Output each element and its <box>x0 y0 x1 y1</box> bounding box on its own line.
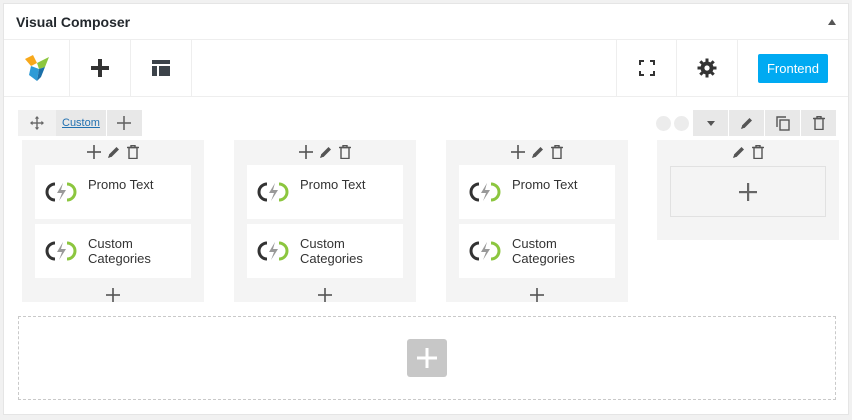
row-delete-button[interactable] <box>800 110 836 136</box>
add-row-button[interactable] <box>407 339 447 377</box>
caret-down-icon <box>706 120 715 126</box>
column-controls <box>234 140 416 164</box>
plus-icon <box>106 288 120 302</box>
element-logo-icon <box>469 240 503 264</box>
element-custom-categories[interactable]: Custom Categories <box>35 224 191 278</box>
column-controls <box>446 140 628 164</box>
trash-icon[interactable] <box>339 145 351 159</box>
column-add-element-button[interactable] <box>446 283 628 307</box>
element-logo-icon <box>45 181 79 205</box>
plus-icon <box>117 116 132 130</box>
element-label: Custom Categories <box>512 236 575 266</box>
trash-icon[interactable] <box>127 145 139 159</box>
element-logo-icon <box>257 181 291 205</box>
element-label: Promo Text <box>88 177 154 192</box>
row-color-dot <box>656 115 671 131</box>
plus-icon <box>91 59 109 77</box>
row-controls-right <box>656 110 836 136</box>
plus-icon <box>318 288 332 302</box>
row-controls-left: Custom <box>18 110 142 136</box>
pencil-icon <box>740 116 754 130</box>
element-promo-text[interactable]: Promo Text <box>35 165 191 219</box>
templates-icon <box>152 60 170 76</box>
trash-icon[interactable] <box>752 145 764 159</box>
row-toggle-button[interactable] <box>692 110 728 136</box>
element-logo-icon <box>45 240 79 264</box>
element-label: Promo Text <box>512 177 578 192</box>
empty-column-add-button[interactable] <box>670 166 826 217</box>
element-logo-icon <box>469 181 503 205</box>
plus-icon[interactable] <box>299 145 313 159</box>
pencil-icon[interactable] <box>319 145 333 159</box>
trash-icon <box>812 116 825 130</box>
row-layout-link[interactable]: Custom <box>56 110 106 136</box>
frontend-button[interactable]: Frontend <box>758 53 828 83</box>
element-logo-icon <box>257 240 291 264</box>
settings-button[interactable] <box>677 40 738 96</box>
row-add-column-button[interactable] <box>105 110 142 136</box>
column-add-element-button[interactable] <box>22 283 204 307</box>
gear-icon <box>697 58 717 78</box>
toolbar: Frontend <box>4 40 848 97</box>
column: Promo Text Custom Categories <box>446 140 628 302</box>
column: Promo Text Custom Categories <box>234 140 416 302</box>
vc-logo-button[interactable] <box>4 40 70 96</box>
row: Custom Promo Text Custom Categories Prom… <box>18 110 839 302</box>
fullscreen-icon <box>638 60 655 76</box>
row-edit-button[interactable] <box>728 110 764 136</box>
trash-icon[interactable] <box>551 145 563 159</box>
column: Promo Text Custom Categories <box>22 140 204 302</box>
element-custom-categories[interactable]: Custom Categories <box>459 224 615 278</box>
templates-button[interactable] <box>131 40 192 96</box>
vc-logo-icon <box>23 53 51 83</box>
add-row-area[interactable] <box>18 316 836 400</box>
add-element-button[interactable] <box>70 40 131 96</box>
element-custom-categories[interactable]: Custom Categories <box>247 224 403 278</box>
panel-title: Visual Composer <box>16 13 131 30</box>
column-empty <box>657 140 839 240</box>
column-controls <box>657 140 839 164</box>
pencil-icon[interactable] <box>107 145 121 159</box>
row-move-handle[interactable] <box>18 110 56 136</box>
plus-icon <box>739 182 757 201</box>
element-promo-text[interactable]: Promo Text <box>459 165 615 219</box>
pencil-icon[interactable] <box>531 145 545 159</box>
pencil-icon[interactable] <box>732 145 746 159</box>
plus-icon <box>417 348 437 368</box>
panel-header[interactable]: Visual Composer <box>4 4 848 40</box>
column-add-element-button[interactable] <box>234 283 416 307</box>
column-controls <box>22 140 204 164</box>
frontend-wrap: Frontend <box>738 40 848 96</box>
collapse-arrow-icon[interactable] <box>828 18 836 25</box>
element-promo-text[interactable]: Promo Text <box>247 165 403 219</box>
plus-icon[interactable] <box>511 145 525 159</box>
row-clone-button[interactable] <box>764 110 800 136</box>
move-icon <box>30 116 44 130</box>
plus-icon[interactable] <box>87 145 101 159</box>
fullscreen-button[interactable] <box>616 40 677 96</box>
element-label: Custom Categories <box>300 236 363 266</box>
element-label: Custom Categories <box>88 236 151 266</box>
row-color-dot <box>674 115 689 131</box>
element-label: Promo Text <box>300 177 366 192</box>
visual-composer-panel: Visual Composer Frontend Custom Promo Te… <box>3 3 849 415</box>
plus-icon <box>530 288 544 302</box>
copy-icon <box>775 115 790 131</box>
